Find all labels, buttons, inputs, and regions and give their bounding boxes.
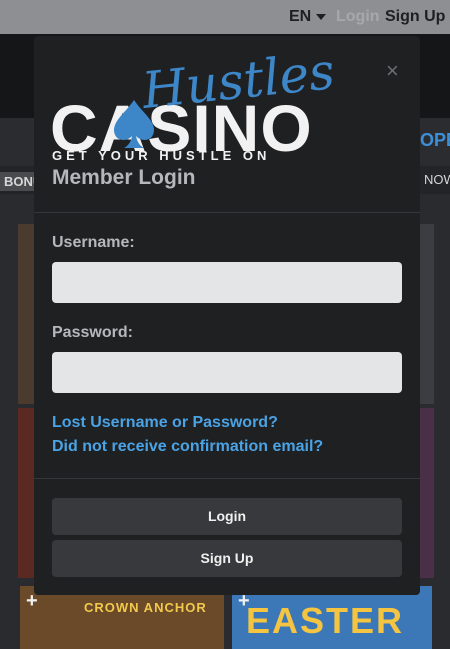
game-tile-label: EASTER: [246, 600, 405, 641]
password-label: Password:: [52, 324, 133, 341]
topbar-signup-link[interactable]: Sign Up: [385, 8, 445, 26]
tab-now[interactable]: NOW: [424, 172, 450, 187]
promo-text: OPE: [420, 130, 450, 150]
login-button[interactable]: Login: [52, 498, 402, 535]
divider: [34, 478, 420, 479]
caret-down-icon: [316, 13, 327, 20]
lost-credentials-link[interactable]: Lost Username or Password?: [52, 414, 278, 432]
game-tile-label: CROWN ANCHOR: [84, 600, 207, 615]
logo-tagline: GET YOUR HUSTLE ON: [52, 148, 271, 163]
language-selector[interactable]: EN: [289, 8, 327, 26]
casino-logo: CASINO Hustles GET YOUR HUSTLE ON: [50, 42, 337, 168]
topbar-login-link[interactable]: Login: [336, 8, 380, 26]
game-tile-easter[interactable]: + EASTER: [232, 586, 432, 649]
modal-title: Member Login: [52, 166, 196, 189]
password-input[interactable]: [52, 352, 402, 393]
signup-button[interactable]: Sign Up: [52, 540, 402, 577]
game-tile-crown-anchor[interactable]: + CROWN ANCHOR: [20, 586, 224, 649]
close-icon[interactable]: ×: [386, 58, 399, 84]
resend-confirmation-link[interactable]: Did not receive confirmation email?: [52, 438, 323, 456]
divider: [34, 212, 420, 213]
username-label: Username:: [52, 234, 135, 251]
game-tile[interactable]: [420, 224, 434, 404]
language-label: EN: [289, 8, 312, 25]
login-modal: × CASINO Hustles GET YOUR HUSTLE ON Memb…: [34, 36, 420, 595]
top-bar: EN Login Sign Up: [0, 0, 450, 34]
game-tile[interactable]: [420, 408, 434, 578]
username-input[interactable]: [52, 262, 402, 303]
